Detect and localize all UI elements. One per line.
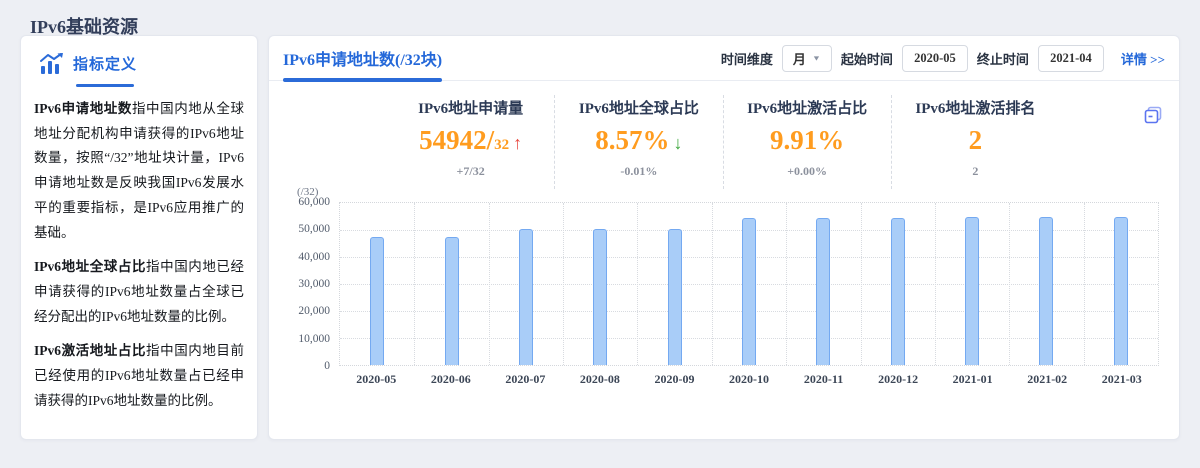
bar-2020-06 [445,237,459,365]
definitions-title: 指标定义 [73,53,137,74]
stat-delta: -0.01% [555,164,722,179]
dimension-select[interactable]: 月 ▼ [782,45,832,72]
y-tick-label: 40,000 [298,251,330,263]
bar-2020-08 [593,229,607,365]
definitions-header: 指标定义 [34,51,244,87]
vertical-gridline [861,203,862,365]
stat-label: IPv6地址申请量 [387,97,554,118]
vertical-gridline [489,203,490,365]
stat-item: IPv6地址激活排名 2 2 [891,95,1059,189]
x-axis: 2020-052020-062020-072020-082020-092020-… [339,366,1159,392]
bar-2020-10 [742,218,756,365]
bar-2020-09 [668,229,682,365]
chevron-down-icon: ▼ [812,54,821,62]
definitions-card: 指标定义 IPv6申请地址数指中国内地从全球地址分配机构申请获得的IPv6地址数… [20,35,258,440]
x-tick-label: 2020-10 [712,372,787,387]
page-title: IPv6基础资源 [0,0,1200,35]
vertical-gridline [637,203,638,365]
bar-2021-03 [1114,217,1128,365]
x-tick-label: 2020-08 [563,372,638,387]
x-tick-label: 2020-07 [488,372,563,387]
definitions-title-wrap: 指标定义 [73,53,137,87]
stat-label: IPv6地址激活排名 [892,97,1059,118]
definition-term: IPv6地址全球占比 [34,259,146,274]
vertical-gridline [712,203,713,365]
x-tick-label: 2021-02 [1010,372,1085,387]
definition-paragraph: IPv6地址全球占比指中国内地已经申请获得的IPv6地址数量占全球已经分配出的I… [34,255,244,329]
stat-item: IPv6地址申请量 54942/32↑ +7/32 [387,95,554,189]
x-tick-label: 2020-11 [786,372,861,387]
plot-area [339,202,1159,366]
ipv6-applied-addresses-panel: IPv6申请地址数(/32块) 时间维度 月 ▼ 起始时间 2020-05 终止… [268,35,1180,440]
y-tick-label: 50,000 [298,223,330,235]
start-time-label: 起始时间 [841,49,893,68]
stat-item: IPv6地址激活占比 9.91% +0.00% [723,95,891,189]
definition-paragraph: IPv6激活地址占比指中国内地目前已经使用的IPv6地址数量占已经申请获得的IP… [34,339,244,413]
definition-term: IPv6激活地址占比 [34,343,146,358]
vertical-gridline [935,203,936,365]
bar-2021-02 [1039,217,1053,365]
bar-chart-trend-icon [40,53,64,75]
vertical-gridline [1009,203,1010,365]
start-time-input[interactable]: 2020-05 [902,45,968,72]
stat-delta: +0.00% [724,164,891,179]
stat-delta: +7/32 [387,164,554,179]
stat-item: IPv6地址全球占比 8.57%↓ -0.01% [554,95,722,189]
bar-2020-05 [370,237,384,365]
stat-value: 8.57%↓ [555,127,722,154]
vertical-gridline [414,203,415,365]
dimension-label: 时间维度 [721,49,773,68]
vertical-gridline [1084,203,1085,365]
stats-row: IPv6地址申请量 54942/32↑ +7/32 IPv6地址全球占比 8.5… [387,95,1059,189]
trend-arrow-icon: ↑ [513,133,522,153]
trend-arrow-icon: ↓ [674,133,683,153]
duplicate-copy-icon[interactable] [1144,106,1162,124]
bar-2021-01 [965,217,979,365]
x-tick-label: 2020-12 [861,372,936,387]
y-tick-label: 60,000 [298,196,330,208]
definitions-list: IPv6申请地址数指中国内地从全球地址分配机构申请获得的IPv6地址数量，按照“… [34,97,244,413]
y-axis-unit-label: (/32) [297,186,1159,202]
bar-2020-11 [816,218,830,365]
stat-value: 54942/32↑ [387,127,554,154]
end-time-input[interactable]: 2021-04 [1038,45,1104,72]
stat-label: IPv6地址全球占比 [555,97,722,118]
time-controls: 时间维度 月 ▼ 起始时间 2020-05 终止时间 2021-04 详情 >> [721,45,1165,72]
bar-2020-12 [891,218,905,365]
vertical-gridline [786,203,787,365]
y-tick-label: 10,000 [298,333,330,345]
stat-value: 2 [892,127,1059,154]
dimension-selected-value: 月 [793,49,806,68]
x-tick-label: 2020-09 [637,372,712,387]
stat-delta: 2 [892,164,1059,179]
y-axis: 010,00020,00030,00040,00050,00060,000 [293,202,339,366]
y-tick-label: 30,000 [298,278,330,290]
content: 指标定义 IPv6申请地址数指中国内地从全球地址分配机构申请获得的IPv6地址数… [0,35,1200,440]
definitions-title-underline [76,84,134,87]
tab-ipv6-applied-addresses[interactable]: IPv6申请地址数(/32块) [283,36,442,81]
bar-chart: (/32) 0 10,000 20,000 30,000 40,000 50,000 60,… [293,186,1159,396]
stat-label: IPv6地址激活占比 [724,97,891,118]
x-tick-label: 2020-05 [339,372,414,387]
definition-text: 指中国内地从全球地址分配机构申请获得的IPv6地址数量，按照“/32”地址块计量… [34,101,244,240]
stat-value: 9.91% [724,127,891,154]
detail-link[interactable]: 详情 >> [1121,49,1165,68]
end-time-label: 终止时间 [977,49,1029,68]
x-tick-label: 2021-01 [935,372,1010,387]
x-tick-label: 2020-06 [414,372,489,387]
definition-term: IPv6申请地址数 [34,101,132,116]
chart-body: 010,00020,00030,00040,00050,00060,000 [293,202,1159,366]
y-tick-label: 0 [324,360,330,372]
bar-2020-07 [519,229,533,365]
panel-header: IPv6申请地址数(/32块) 时间维度 月 ▼ 起始时间 2020-05 终止… [269,36,1179,81]
x-tick-label: 2021-03 [1084,372,1159,387]
vertical-gridline [563,203,564,365]
y-tick-label: 20,000 [298,305,330,317]
definition-paragraph: IPv6申请地址数指中国内地从全球地址分配机构申请获得的IPv6地址数量，按照“… [34,97,244,245]
